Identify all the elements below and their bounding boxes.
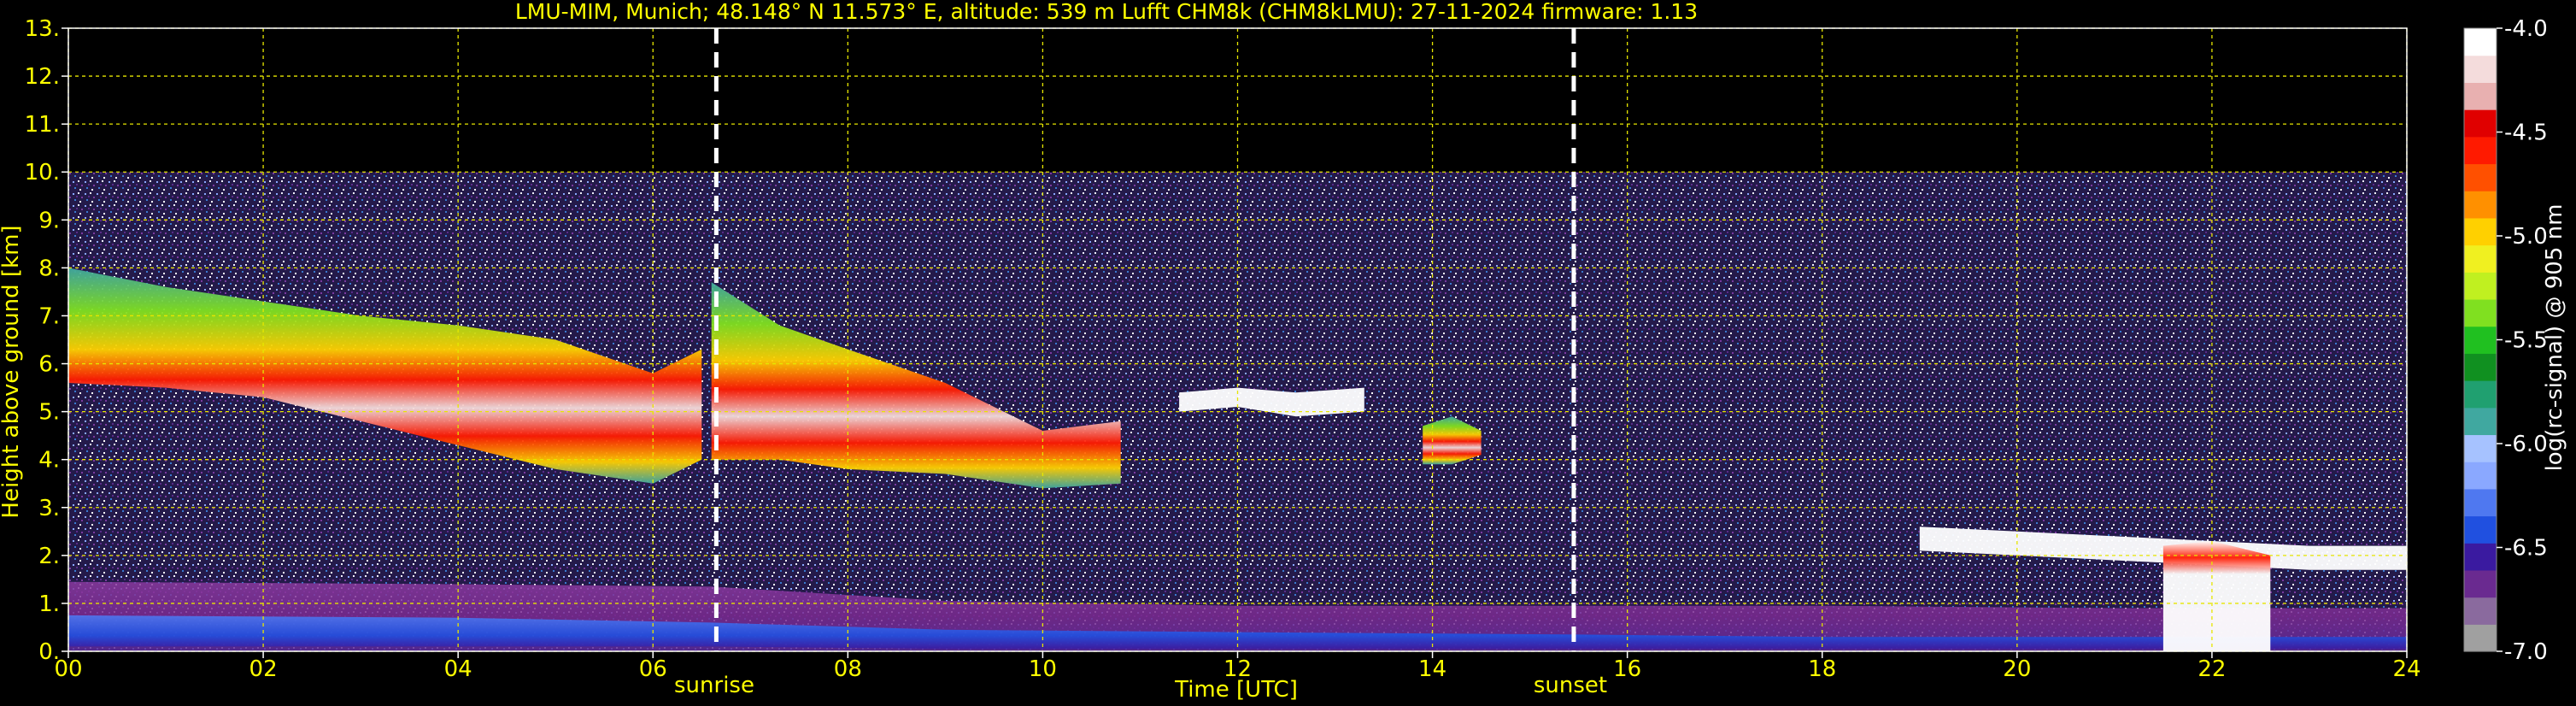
y-tick-label: 12.	[25, 64, 60, 90]
y-tick-label: 13.	[25, 16, 60, 42]
x-tick-label: 24	[2392, 656, 2421, 682]
y-tick-label: 11.	[25, 112, 60, 138]
x-tick-label: 16	[1613, 656, 1641, 682]
colorbar-segment	[2464, 163, 2497, 191]
colorbar-tick-label: -4.5	[2504, 121, 2548, 146]
y-axis-label: Height above ground [km]	[0, 225, 24, 518]
colorbar-segment	[2464, 326, 2497, 354]
x-tick-label: 04	[444, 656, 472, 682]
x-tick-label: 10	[1029, 656, 1057, 682]
x-tick-label: 22	[2198, 656, 2226, 682]
colorbar-segment	[2464, 380, 2497, 409]
x-tick-label: 14	[1418, 656, 1446, 682]
chart-title: LMU-MIM, Munich; 48.148° N 11.573° E, al…	[515, 0, 1698, 24]
y-tick-label: 5.	[38, 400, 60, 426]
colorbar-segment	[2464, 109, 2497, 138]
colorbar-segment	[2464, 244, 2497, 273]
colorbar-segment	[2464, 353, 2497, 381]
colorbar-segment	[2464, 136, 2497, 165]
x-tick-label: 18	[1808, 656, 1836, 682]
colorbar-segment	[2464, 217, 2497, 246]
colorbar-segment	[2464, 407, 2497, 436]
colorbar: -4.0-4.5-5.0-5.5-6.0-6.5-7.0	[2463, 16, 2548, 665]
colorbar-segment	[2464, 543, 2497, 571]
colorbar-segment	[2464, 191, 2497, 219]
x-axis-label: Time [UTC]	[1174, 677, 1298, 703]
x-tick-label: 08	[834, 656, 862, 682]
y-tick-label: 3.	[38, 496, 60, 521]
y-tick-label: 2.	[38, 544, 60, 569]
colorbar-segment	[2464, 597, 2497, 625]
y-tick-label: 0.	[38, 639, 60, 665]
y-tick-label: 9.	[38, 208, 60, 233]
colorbar-segment	[2464, 462, 2497, 490]
colorbar-tick-label: -4.0	[2504, 16, 2548, 42]
colorbar-segment	[2464, 488, 2497, 517]
x-tick-label: 02	[249, 656, 278, 682]
colorbar-segment	[2464, 28, 2497, 56]
y-tick-label: 1.	[38, 591, 60, 617]
colorbar-segment	[2464, 82, 2497, 110]
colorbar-segment	[2464, 569, 2497, 598]
colorbar-tick-label: -6.5	[2504, 536, 2548, 562]
y-tick-label: 8.	[38, 256, 60, 281]
colorbar-segment	[2464, 272, 2497, 300]
colorbar-label: log(rc-signal) @ 905 nm	[2542, 204, 2567, 472]
y-tick-label: 6.	[38, 352, 60, 378]
ceilometer-plot: 00 02 04 06 08 10 12 14 16 18 20 22 240.1.2.3.4.5.6.…	[0, 0, 2567, 703]
colorbar-segment	[2464, 434, 2497, 462]
colorbar-segment	[2464, 515, 2497, 544]
x-tick-label: 06	[639, 656, 667, 682]
y-tick-label: 4.	[38, 448, 60, 474]
colorbar-segment	[2464, 55, 2497, 83]
colorbar-tick-label: -7.0	[2504, 639, 2548, 665]
ceilometer-figure: 00 02 04 06 08 10 12 14 16 18 20 22 24 0. 1. 2. 3. 4. 5. 6.…	[0, 0, 2576, 706]
y-tick-label: 7.	[38, 303, 60, 329]
colorbar-segment	[2464, 624, 2497, 652]
x-tick-label: 20	[2003, 656, 2031, 682]
fog-22h	[2162, 541, 2271, 651]
sunrise-label: sunrise	[674, 673, 754, 698]
y-tick-label: 10.	[25, 160, 60, 185]
sunset-label: sunset	[1534, 673, 1607, 698]
colorbar-segment	[2464, 298, 2497, 327]
